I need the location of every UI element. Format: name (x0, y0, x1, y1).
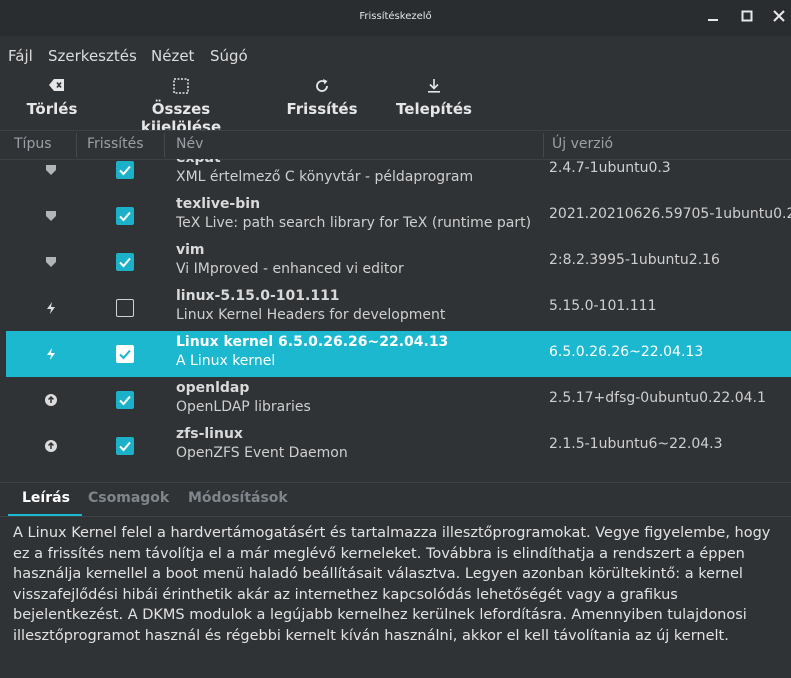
close-icon (773, 10, 785, 22)
table-row[interactable]: linux-5.15.0-101.111 Linux Kernel Header… (6, 285, 791, 331)
maximize-button[interactable] (738, 9, 756, 27)
refresh-icon (316, 79, 328, 92)
clear-label: Törlés (26, 100, 78, 118)
package-name: texlive-bin (176, 196, 261, 212)
tab-packages[interactable]: Csomagok (88, 490, 169, 506)
package-version: 2021.20210626.59705-1ubuntu0.2 (549, 206, 791, 222)
package-description: TeX Live: path search library for TeX (r… (176, 215, 532, 231)
package-name: Linux kernel 6.5.0.26.26~22.04.13 (176, 334, 449, 350)
backspace-icon (49, 79, 64, 91)
update-checkbox[interactable] (116, 161, 134, 179)
package-version: 5.15.0-101.111 (549, 298, 657, 314)
install-label: Telepítés (396, 100, 472, 118)
menu-view[interactable]: Nézet (151, 47, 194, 65)
update-checkbox[interactable] (116, 253, 134, 271)
toolbar: Törlés Összes kijelölése Frissítés Telep… (0, 74, 791, 136)
column-update[interactable]: Frissítés (87, 136, 144, 152)
table-row[interactable]: vim Vi IMproved - enhanced vi editor 2:8… (6, 239, 791, 285)
list-header: Típus Frissítés Név Új verzió (0, 130, 791, 160)
update-checkbox[interactable] (116, 345, 134, 363)
install-button[interactable]: Telepítés (395, 74, 473, 124)
package-version: 2:8.2.3995-1ubuntu2.16 (549, 252, 720, 268)
checkmark-icon (119, 441, 131, 452)
description-line: illesztőprogramot használ és régebbi ker… (13, 627, 729, 644)
download-icon (428, 79, 440, 93)
table-row-selected[interactable]: Linux kernel 6.5.0.26.26~22.04.13 A Linu… (6, 331, 791, 377)
package-description: Vi IMproved - enhanced vi editor (176, 261, 404, 277)
menu-bar: Fájl Szerkesztés Nézet Súgó (0, 36, 791, 74)
update-list: expat XML értelmező C könyvtár - példapr… (0, 159, 791, 481)
description-panel: A Linux Kernel felel a hardvertámogatásé… (0, 516, 791, 678)
package-version: 2.5.17+dfsg-0ubuntu0.22.04.1 (549, 390, 766, 406)
minimize-button[interactable] (704, 9, 722, 27)
lightning-icon (47, 348, 55, 360)
refresh-button[interactable]: Frissítés (285, 74, 359, 124)
checkmark-icon (119, 395, 131, 406)
minimize-icon (708, 19, 718, 21)
package-version: 2.1.5-1ubuntu6~22.04.3 (549, 436, 723, 452)
checkmark-icon (119, 349, 131, 360)
up-arrow-circle-icon (45, 440, 57, 452)
tab-description[interactable]: Leírás (22, 490, 70, 506)
column-name[interactable]: Név (176, 136, 203, 152)
checkmark-icon (119, 165, 131, 176)
clear-button[interactable]: Törlés (24, 74, 80, 124)
description-line: visszafejlődési hibái érinthetik akár az… (13, 586, 678, 603)
close-button[interactable] (770, 9, 788, 27)
title-bar: Frissítéskezelő (0, 0, 791, 36)
menu-help[interactable]: Súgó (210, 47, 248, 65)
menu-edit[interactable]: Szerkesztés (48, 47, 137, 65)
shield-icon (46, 165, 56, 175)
menu-file[interactable]: Fájl (8, 47, 33, 65)
tab-changes[interactable]: Módosítások (188, 490, 288, 506)
checkmark-icon (119, 211, 131, 222)
update-checkbox[interactable] (116, 207, 134, 225)
window-title: Frissítéskezelő (359, 11, 432, 22)
update-checkbox[interactable] (116, 437, 134, 455)
table-row[interactable]: expat XML értelmező C könyvtár - példapr… (6, 159, 791, 193)
description-line: A Linux Kernel felel a hardvertámogatásé… (13, 525, 771, 541)
package-description: A Linux kernel (176, 353, 276, 369)
description-line: használja kernellel a boot menü haladó b… (13, 566, 743, 582)
package-description: XML értelmező C könyvtár - példaprogram (176, 169, 474, 185)
package-name: zfs-linux (176, 426, 243, 442)
update-checkbox[interactable] (116, 299, 134, 317)
package-version: 6.5.0.26.26~22.04.13 (549, 344, 704, 360)
package-name: linux-5.15.0-101.111 (176, 288, 340, 304)
description-line: ez a frissítés nem távolítja el a már me… (13, 545, 745, 562)
shield-icon (46, 211, 56, 221)
up-arrow-circle-icon (45, 394, 57, 406)
package-name: openldap (176, 380, 250, 396)
refresh-label: Frissítés (286, 100, 358, 118)
maximize-icon (741, 10, 753, 22)
select-all-icon (173, 78, 189, 94)
select-all-button[interactable]: Összes kijelölése (111, 74, 251, 136)
shield-icon (46, 257, 56, 267)
package-description: Linux Kernel Headers for development (176, 307, 446, 323)
lightning-icon (47, 302, 55, 314)
table-row[interactable]: texlive-bin TeX Live: path search librar… (6, 193, 791, 239)
package-name: vim (176, 242, 205, 258)
package-version: 2.4.7-1ubuntu0.3 (549, 160, 671, 176)
details-tabs: Leírás Csomagok Módosítások (0, 482, 791, 517)
column-new-version[interactable]: Új verzió (552, 136, 613, 152)
package-name: expat (176, 159, 221, 166)
package-description: OpenZFS Event Daemon (176, 445, 348, 461)
table-row[interactable]: zfs-linux OpenZFS Event Daemon 2.1.5-1ub… (6, 423, 791, 469)
table-row[interactable]: openldap OpenLDAP libraries 2.5.17+dfsg-… (6, 377, 791, 423)
checkmark-icon (119, 257, 131, 268)
package-description: OpenLDAP libraries (176, 399, 311, 415)
column-type[interactable]: Típus (14, 136, 52, 152)
update-checkbox[interactable] (116, 391, 134, 409)
description-line: bejelentkezést. A DKMS modulok a legújab… (13, 607, 747, 623)
